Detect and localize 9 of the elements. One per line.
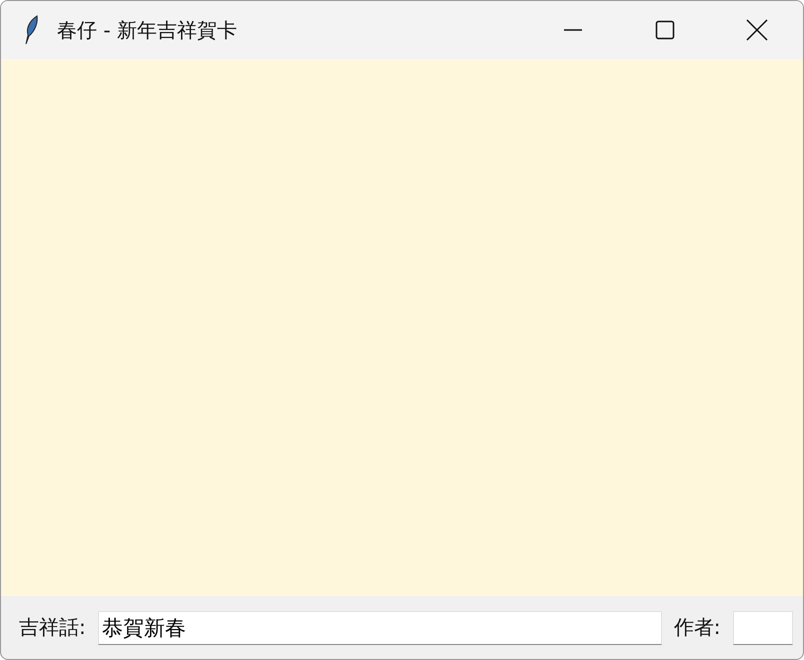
close-icon	[746, 19, 768, 41]
minimize-icon	[563, 29, 583, 31]
input-field[interactable]	[732, 610, 792, 644]
input-field[interactable]: 恭賀新春	[98, 610, 662, 644]
window-title: 春仔 - 新年吉祥賀卡	[57, 16, 237, 44]
feather-icon	[23, 15, 39, 45]
field-label: 吉祥話:	[19, 614, 86, 641]
maximize-icon	[655, 20, 675, 40]
field-label: 作者:	[674, 614, 720, 641]
